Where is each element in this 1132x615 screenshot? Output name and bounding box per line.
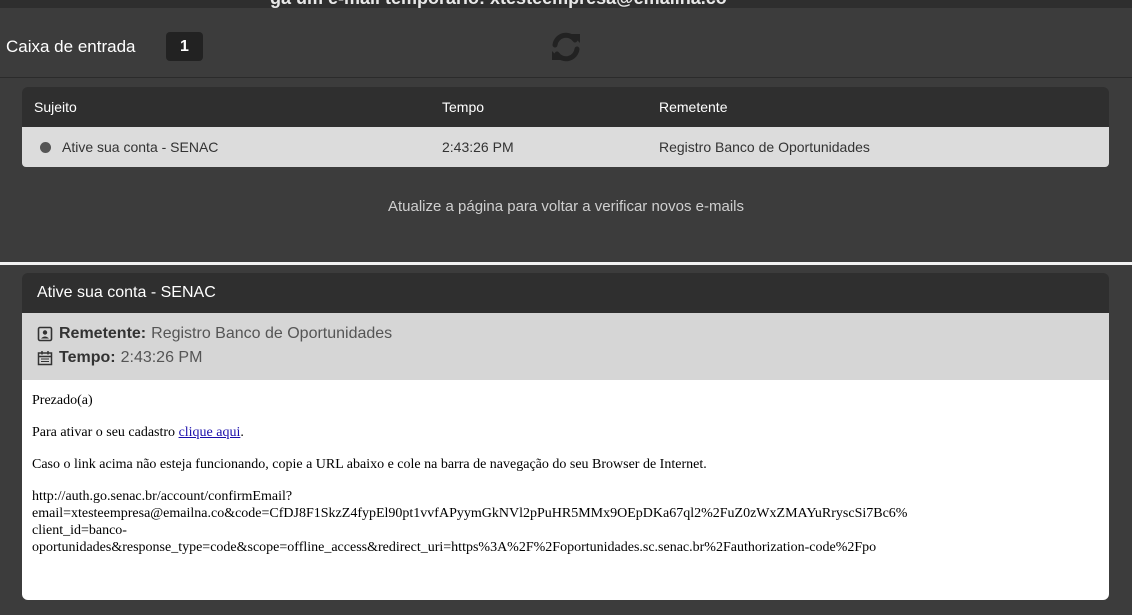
- inbox-header: Caixa de entrada 1: [0, 8, 1132, 78]
- time-value: 2:43:26 PM: [120, 349, 203, 366]
- url-line: client_id=banco-: [32, 523, 127, 538]
- inbox-panel: Caixa de entrada 1 Sujeito Tempo Remeten…: [0, 8, 1132, 262]
- table-row[interactable]: Ative sua conta - SENAC 2:43:26 PM Regis…: [22, 127, 1109, 167]
- column-sender: Remetente: [659, 99, 728, 115]
- message-panel: Ative sua conta - SENAC Remetente: Regis…: [0, 265, 1132, 615]
- mail-table: Sujeito Tempo Remetente Ative sua conta …: [22, 87, 1109, 167]
- table-header: Sujeito Tempo Remetente: [22, 87, 1109, 127]
- inbox-count-badge: 1: [166, 32, 203, 61]
- activate-tail: .: [240, 425, 244, 440]
- sender-line: Remetente: Registro Banco de Oportunidad…: [37, 325, 392, 343]
- inbox-title: Caixa de entrada: [6, 37, 136, 56]
- sender-value: Registro Banco de Oportunidades: [151, 325, 393, 342]
- sender-label: Remetente:: [59, 325, 147, 342]
- row-sender: Registro Banco de Oportunidades: [659, 139, 870, 155]
- confirmation-url: http://auth.go.senac.br/account/confirmE…: [32, 488, 1099, 556]
- message-body: Prezado(a) Para ativar o seu cadastro cl…: [22, 380, 1109, 600]
- fallback-paragraph: Caso o link acima não esteja funcionando…: [32, 457, 707, 472]
- message-meta: Remetente: Registro Banco de Oportunidad…: [22, 313, 1109, 380]
- column-time: Tempo: [442, 99, 485, 115]
- url-line: http://auth.go.senac.br/account/confirmE…: [32, 489, 293, 504]
- refresh-icon[interactable]: [549, 30, 583, 64]
- activate-paragraph: Para ativar o seu cadastro clique aqui.: [32, 424, 1099, 441]
- message-title-bar: Ative sua conta - SENAC: [22, 273, 1109, 313]
- message-title: Ative sua conta - SENAC: [37, 284, 216, 301]
- time-label: Tempo:: [59, 349, 116, 366]
- time-line: Tempo: 2:43:26 PM: [37, 349, 202, 367]
- row-time: 2:43:26 PM: [442, 139, 514, 155]
- calendar-icon: [37, 351, 53, 366]
- greeting: Prezado(a): [32, 393, 93, 408]
- banner-text: ga um e-mail temporário: xtesteempresa@e…: [270, 0, 727, 8]
- activate-text: Para ativar o seu cadastro: [32, 425, 179, 440]
- column-subject: Sujeito: [34, 99, 77, 115]
- message-card: Ative sua conta - SENAC Remetente: Regis…: [22, 273, 1109, 600]
- top-banner: ga um e-mail temporário: xtesteempresa@e…: [0, 0, 1132, 8]
- activate-link[interactable]: clique aqui: [179, 425, 241, 440]
- refresh-hint: Atualize a página para voltar a verifica…: [387, 198, 744, 215]
- unread-dot-icon: [40, 142, 51, 153]
- url-line: email=xtesteempresa@emailna.co&code=CfDJ…: [32, 506, 908, 521]
- row-subject: Ative sua conta - SENAC: [62, 139, 219, 155]
- contact-card-icon: [37, 326, 53, 342]
- url-line: oportunidades&response_type=code&scope=o…: [32, 540, 877, 555]
